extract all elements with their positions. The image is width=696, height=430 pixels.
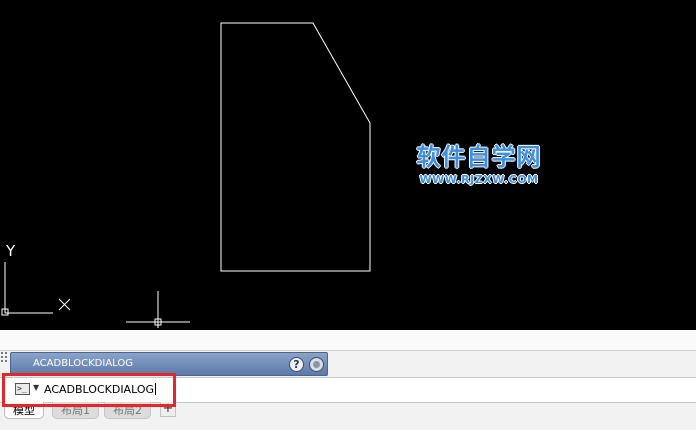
command-input[interactable]: ACADBLOCKDIALOG xyxy=(44,383,156,396)
command-history-bar[interactable]: ACADBLOCKDIALOG ? xyxy=(10,352,328,376)
watermark-url: WWW.RJZXW.COM xyxy=(419,173,539,186)
command-area: ACADBLOCKDIALOG ? >_ ▼ ACADBLOCKDIALOG 模… xyxy=(0,330,696,430)
command-input-value: ACADBLOCKDIALOG xyxy=(44,383,154,396)
options-icon[interactable] xyxy=(309,357,324,372)
drawn-shape[interactable] xyxy=(220,22,371,272)
command-window-grip[interactable] xyxy=(0,350,8,380)
status-strip xyxy=(0,330,696,351)
help-icon[interactable]: ? xyxy=(289,357,304,372)
layout-tabs: 模型 布局1 布局2 + xyxy=(0,402,696,430)
command-history-text: ACADBLOCKDIALOG xyxy=(33,358,133,369)
ucs-y-label: Y xyxy=(6,242,16,260)
add-layout-button[interactable]: + xyxy=(160,402,176,417)
drawing-canvas[interactable]: Y 软件自学网 WWW.RJZXW.COM xyxy=(0,0,696,330)
command-line[interactable]: >_ ▼ ACADBLOCKDIALOG xyxy=(0,377,696,403)
tab-model[interactable]: 模型 xyxy=(4,402,44,419)
watermark: 软件自学网 WWW.RJZXW.COM xyxy=(404,143,554,186)
ucs-icon xyxy=(1,262,71,316)
watermark-title: 软件自学网 xyxy=(416,143,542,171)
command-prompt-icon[interactable]: >_ xyxy=(15,383,30,395)
tab-layout1[interactable]: 布局1 xyxy=(52,402,99,419)
text-cursor xyxy=(155,383,156,395)
crosshair-cursor xyxy=(126,291,190,328)
drawing-geometry xyxy=(1,22,371,328)
chevron-down-icon[interactable]: ▼ xyxy=(33,383,39,392)
tab-layout2[interactable]: 布局2 xyxy=(104,402,151,419)
